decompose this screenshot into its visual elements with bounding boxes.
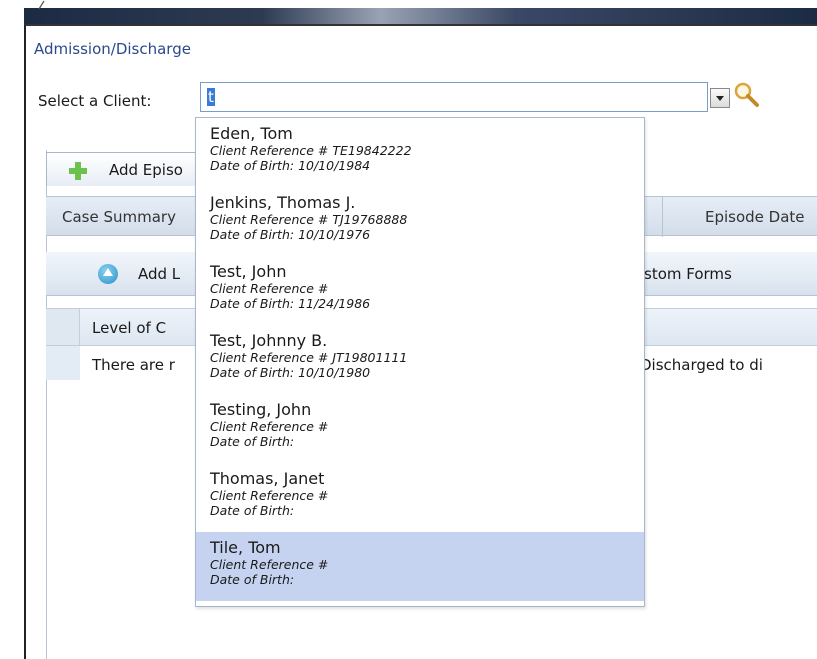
client-label: Select a Client: <box>38 92 152 110</box>
grid-row-selector <box>46 346 80 380</box>
suggestion-item[interactable]: Thomas, Janet Client Reference # Date of B… <box>196 463 644 532</box>
client-search-input[interactable]: t <box>200 82 708 112</box>
suggestion-date-of-birth: Date of Birth: <box>210 572 295 587</box>
suggestion-client-reference: Client Reference # TE19842222 <box>210 143 412 158</box>
empty-message-tail: e Discharged to di <box>626 356 763 374</box>
suggestion-name: Jenkins, Thomas J. <box>210 193 356 212</box>
dropdown-toggle-button[interactable] <box>710 88 730 108</box>
suggestion-name: Testing, John <box>210 400 312 419</box>
suggestion-name: Thomas, Janet <box>210 469 325 488</box>
empty-message: There are r <box>92 356 175 374</box>
level-of-care-header[interactable]: Level of C <box>92 319 166 337</box>
suggestion-client-reference: Client Reference # <box>210 281 329 296</box>
tab-divider <box>662 197 663 237</box>
suggestion-item[interactable]: Testing, John Client Reference # Date of B… <box>196 394 644 463</box>
suggestion-date-of-birth: Date of Birth: <box>210 434 295 449</box>
tab-case-summary[interactable]: Case Summary <box>62 208 176 226</box>
up-arrow-icon <box>98 264 118 284</box>
page-title: Admission/Discharge <box>34 40 191 58</box>
suggestion-client-reference: Client Reference # <box>210 557 329 572</box>
suggestion-date-of-birth: Date of Birth: 11/24/1986 <box>210 296 371 311</box>
suggestion-date-of-birth: Date of Birth: 10/10/1976 <box>210 227 371 242</box>
custom-forms-button[interactable]: stom Forms <box>644 265 732 283</box>
header-banner <box>24 8 817 24</box>
suggestion-date-of-birth: Date of Birth: 10/10/1984 <box>210 158 371 173</box>
search-icon[interactable] <box>732 80 762 110</box>
suggestion-name: Eden, Tom <box>210 124 293 143</box>
suggestion-client-reference: Client Reference # TJ19768888 <box>210 212 408 227</box>
suggestion-item[interactable]: Test, Johnny B. Client Reference # JT1980… <box>196 325 644 394</box>
add-level-label: Add L <box>138 265 181 283</box>
suggestion-date-of-birth: Date of Birth: <box>210 503 295 518</box>
suggestion-name: Tile, Tom <box>210 538 281 557</box>
add-episode-button[interactable]: Add Episo <box>46 152 206 186</box>
suggestion-client-reference: Client Reference # JT19801111 <box>210 350 408 365</box>
suggestion-name: Test, John <box>210 262 287 281</box>
suggestion-date-of-birth: Date of Birth: 10/10/1980 <box>210 365 371 380</box>
suggestion-item[interactable]: Tile, Tom Client Reference # Date of Birth… <box>196 532 644 601</box>
header-ornament <box>38 0 45 10</box>
suggestion-client-reference: Client Reference # <box>210 488 329 503</box>
tab-episode-dates[interactable]: Episode Date <box>705 208 805 226</box>
add-episode-label: Add Episo <box>109 161 183 179</box>
suggestion-client-reference: Client Reference # <box>210 419 329 434</box>
chevron-down-icon <box>716 96 724 101</box>
header-decoration <box>0 0 817 26</box>
grid-row-selector-header <box>46 309 80 345</box>
client-suggestion-list: Eden, Tom Client Reference # TE19842222 Da… <box>195 117 645 607</box>
suggestion-item[interactable]: Test, John Client Reference # Date of Birt… <box>196 256 644 325</box>
input-text: t <box>207 88 215 106</box>
suggestion-item[interactable]: Eden, Tom Client Reference # TE19842222 Da… <box>196 118 644 187</box>
suggestion-item[interactable]: Jenkins, Thomas J. Client Reference # TJ1… <box>196 187 644 256</box>
suggestion-name: Test, Johnny B. <box>210 331 328 350</box>
plus-icon <box>69 162 87 180</box>
